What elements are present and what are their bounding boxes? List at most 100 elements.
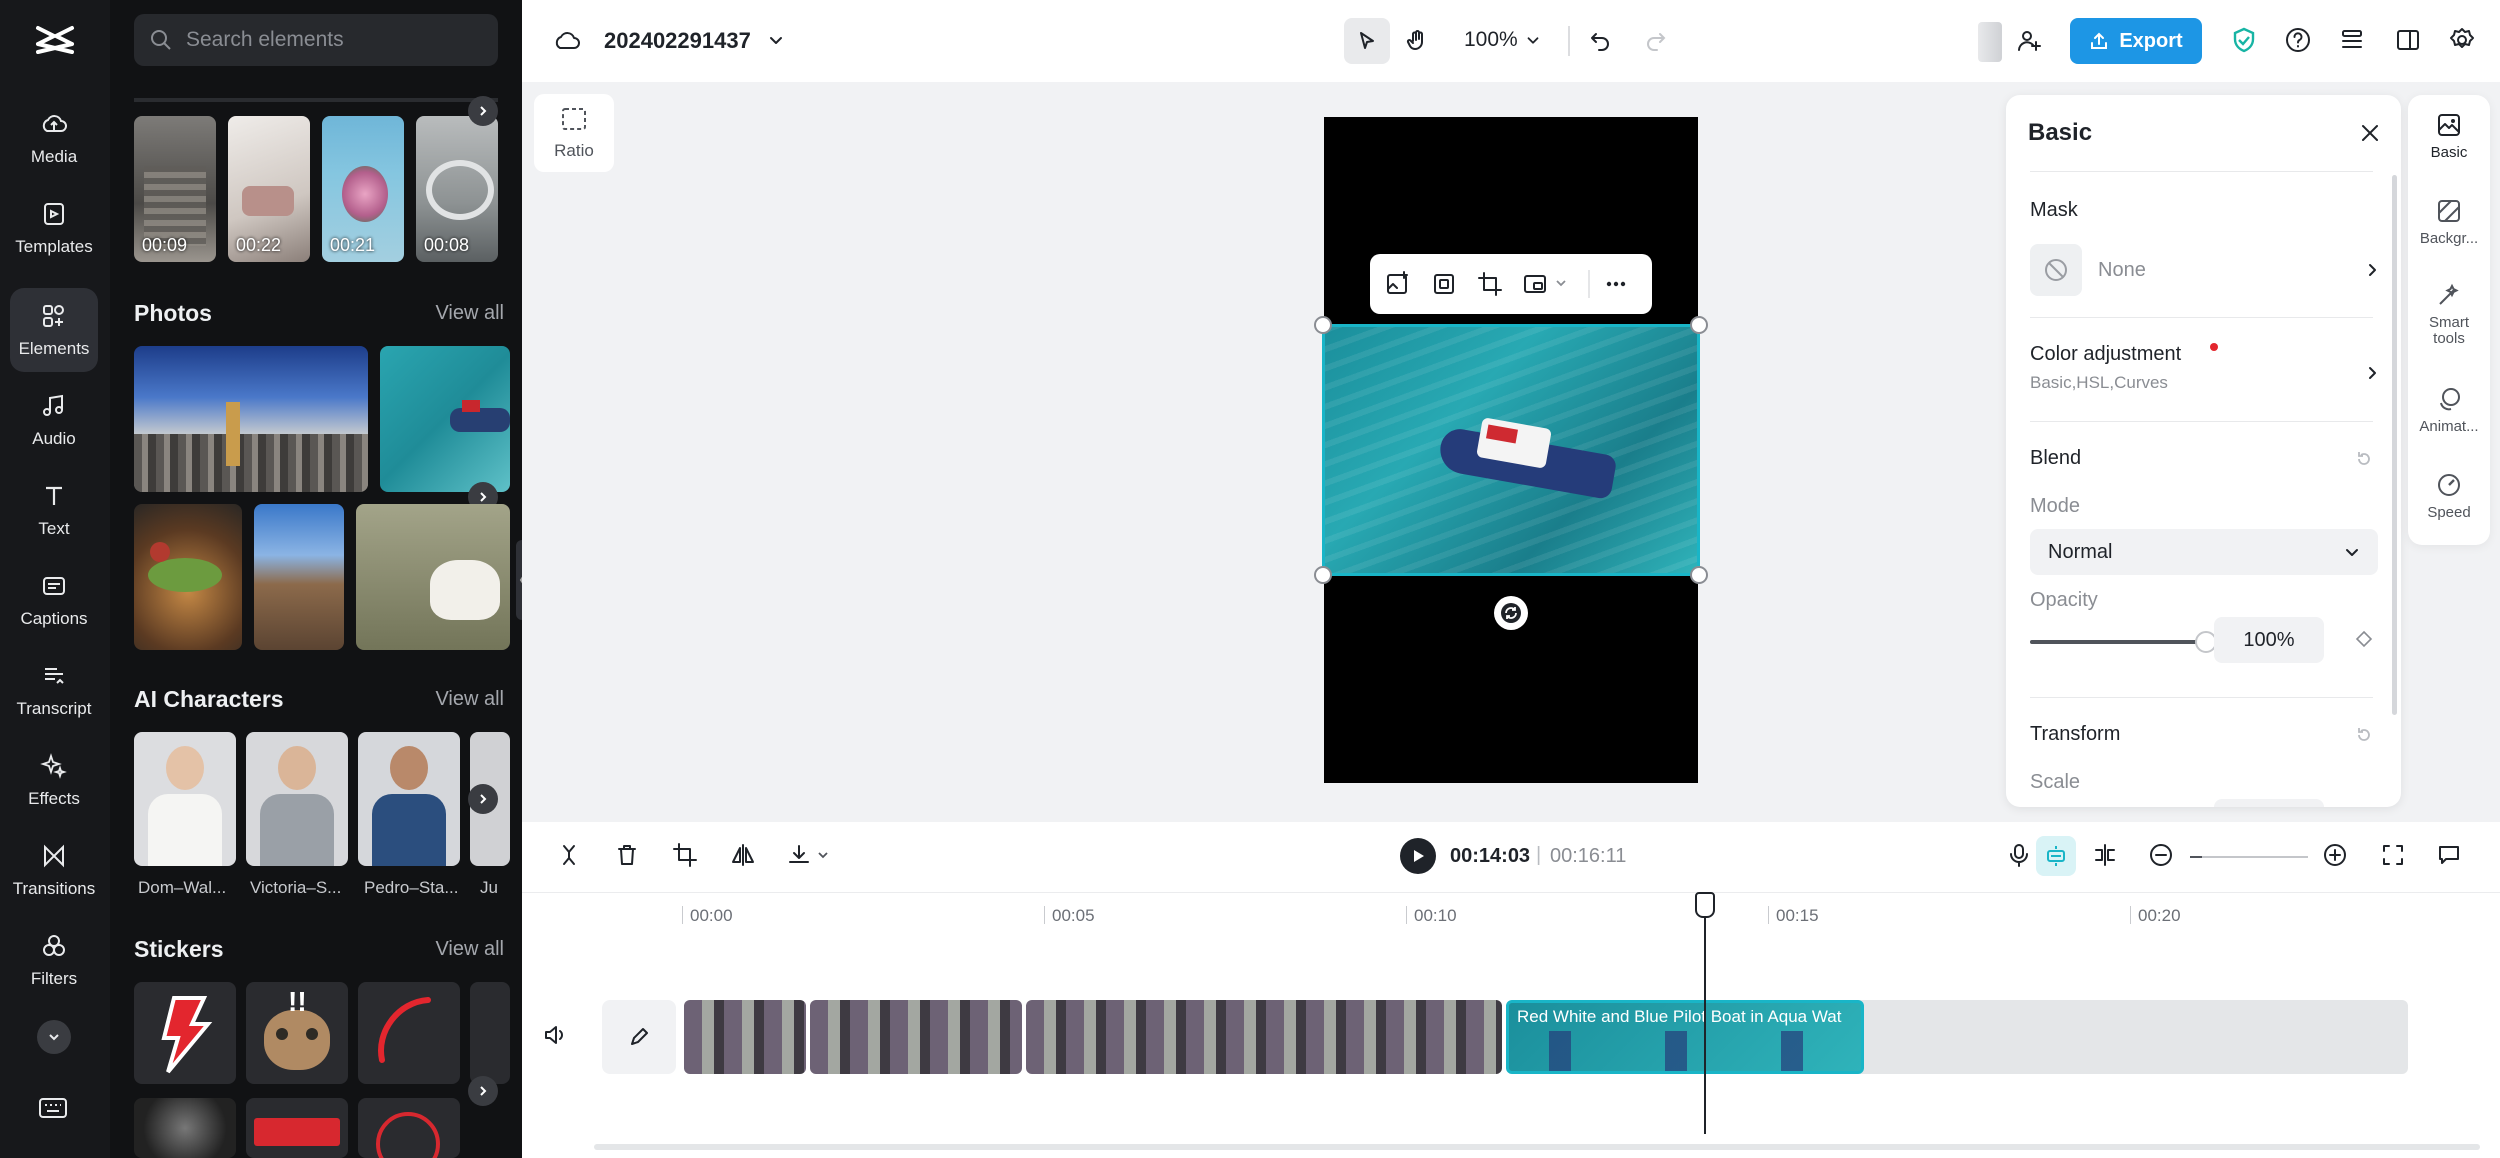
rail-elements[interactable]: Elements	[10, 288, 98, 372]
zoom-dropdown[interactable]: 100%	[1464, 28, 1542, 52]
mirror-button[interactable]	[730, 842, 756, 868]
mask-selector[interactable]: None	[2030, 241, 2382, 299]
scale-input[interactable]	[2214, 799, 2324, 807]
ratio-button[interactable]: Ratio	[534, 94, 614, 172]
ai-scroll-right-button[interactable]	[468, 784, 498, 814]
close-inspector-button[interactable]	[2358, 121, 2382, 145]
photo-thumb[interactable]	[134, 346, 368, 492]
video-thumb[interactable]: 00:09	[134, 116, 216, 262]
zoom-out-button[interactable]	[2148, 842, 2174, 868]
inspector-scrollbar[interactable]	[2392, 175, 2397, 715]
selected-video-clip[interactable]	[1322, 324, 1700, 576]
delete-button[interactable]	[614, 842, 640, 868]
ai-character-thumb[interactable]	[358, 732, 460, 866]
video-thumb[interactable]: 00:21	[322, 116, 404, 262]
download-button[interactable]	[786, 842, 830, 868]
rail-templates[interactable]: Templates	[10, 186, 98, 270]
settings-button[interactable]	[2448, 26, 2476, 54]
resize-handle[interactable]	[1690, 566, 1708, 584]
opacity-slider-track[interactable]	[2030, 631, 2217, 653]
timeline-zoom-slider[interactable]	[2190, 856, 2308, 858]
layers-button[interactable]	[2338, 26, 2366, 54]
smart-crop-button[interactable]	[1430, 270, 1458, 298]
photo-thumb[interactable]	[254, 504, 344, 650]
invite-button[interactable]	[2016, 28, 2042, 54]
keyboard-shortcuts-button[interactable]	[38, 1096, 68, 1120]
opacity-input[interactable]: 100%	[2214, 617, 2324, 663]
track-cover-button[interactable]	[602, 1000, 676, 1074]
link-clips-button[interactable]	[2092, 842, 2118, 868]
blend-mode-select[interactable]: Normal	[2030, 529, 2378, 575]
timeline-scrollbar[interactable]	[594, 1144, 2480, 1150]
redo-button[interactable]	[1644, 28, 1668, 52]
sticker-thumb[interactable]	[134, 1098, 236, 1158]
ai-characters-view-all-link[interactable]: View all	[435, 688, 504, 711]
rail-more-button[interactable]	[37, 1020, 71, 1054]
sticker-thumb[interactable]	[246, 1098, 348, 1158]
ai-character-thumb[interactable]	[134, 732, 236, 866]
opacity-keyframe-button[interactable]	[2354, 629, 2374, 649]
rail-text[interactable]: Text	[10, 468, 98, 552]
video-thumb[interactable]: 00:22	[228, 116, 310, 262]
rail-media[interactable]: Media	[10, 96, 98, 180]
rail-transitions[interactable]: Transitions	[10, 828, 98, 912]
select-tool-button[interactable]	[1344, 18, 1390, 64]
crop-clip-button[interactable]	[672, 842, 698, 868]
sticker-thumb[interactable]	[470, 982, 510, 1084]
video-thumb[interactable]: 00:08	[416, 116, 498, 262]
split-button[interactable]	[556, 842, 582, 868]
photo-thumb[interactable]	[356, 504, 510, 650]
resize-handle[interactable]	[1690, 316, 1708, 334]
tab-animation[interactable]: Animat...	[2408, 385, 2490, 435]
timeline-clip[interactable]	[1026, 1000, 1502, 1074]
tab-speed[interactable]: Speed	[2408, 471, 2490, 521]
ai-character-thumb[interactable]	[246, 732, 348, 866]
tab-background[interactable]: Backgr...	[2408, 197, 2490, 247]
playhead[interactable]	[1695, 892, 1715, 1134]
search-box[interactable]	[134, 14, 498, 66]
rail-transcript[interactable]: Transcript	[10, 648, 98, 732]
cloud-sync-button[interactable]	[552, 26, 582, 56]
more-options-button[interactable]	[1602, 270, 1630, 298]
replace-button[interactable]	[1384, 270, 1412, 298]
help-button[interactable]	[2284, 26, 2312, 54]
security-button[interactable]	[2230, 26, 2258, 54]
rail-filters[interactable]: Filters	[10, 918, 98, 1002]
color-adjustment-row[interactable]: Color adjustment Basic,HSL,Curves	[2030, 343, 2382, 403]
sticker-thumb[interactable]	[358, 1098, 460, 1158]
undo-button[interactable]	[1588, 28, 1612, 52]
tab-smart-tools[interactable]: Smart tools	[2408, 281, 2490, 347]
sticker-thumb[interactable]: !!	[246, 982, 348, 1084]
reset-blend-button[interactable]	[2354, 449, 2374, 469]
reset-transform-button[interactable]	[2354, 725, 2374, 745]
timeline-clip[interactable]	[810, 1000, 1022, 1074]
capcut-logo[interactable]	[34, 22, 76, 58]
stickers-view-all-link[interactable]: View all	[435, 938, 504, 961]
resize-handle[interactable]	[1314, 566, 1332, 584]
play-button[interactable]	[1400, 838, 1436, 874]
pip-dropdown[interactable]	[1554, 276, 1568, 290]
hand-tool-button[interactable]	[1394, 18, 1440, 64]
export-button[interactable]: Export	[2070, 18, 2202, 64]
videos-scroll-right-button[interactable]	[468, 96, 498, 126]
rail-audio[interactable]: Audio	[10, 378, 98, 462]
project-name[interactable]: 202402291437	[604, 28, 751, 54]
timeline-clip[interactable]	[684, 1000, 806, 1074]
fit-timeline-button[interactable]	[2380, 842, 2406, 868]
rail-captions[interactable]: Captions	[10, 558, 98, 642]
rotate-handle[interactable]	[1494, 596, 1528, 630]
photo-thumb[interactable]	[134, 504, 242, 650]
resize-handle[interactable]	[1314, 316, 1332, 334]
record-audio-button[interactable]	[2006, 842, 2032, 868]
comment-button[interactable]	[2436, 842, 2462, 868]
search-input[interactable]	[186, 28, 476, 52]
crop-button[interactable]	[1476, 270, 1504, 298]
zoom-in-button[interactable]	[2322, 842, 2348, 868]
photos-view-all-link[interactable]: View all	[435, 302, 504, 325]
track-mute-button[interactable]	[542, 1022, 568, 1048]
snap-toggle[interactable]	[2036, 836, 2076, 876]
photo-thumb[interactable]	[380, 346, 510, 492]
stickers-scroll-right-button[interactable]	[468, 1076, 498, 1106]
selected-timeline-clip[interactable]: Red White and Blue Pilot Boat in Aqua Wa…	[1506, 1000, 1864, 1074]
rail-effects[interactable]: Effects	[10, 738, 98, 822]
